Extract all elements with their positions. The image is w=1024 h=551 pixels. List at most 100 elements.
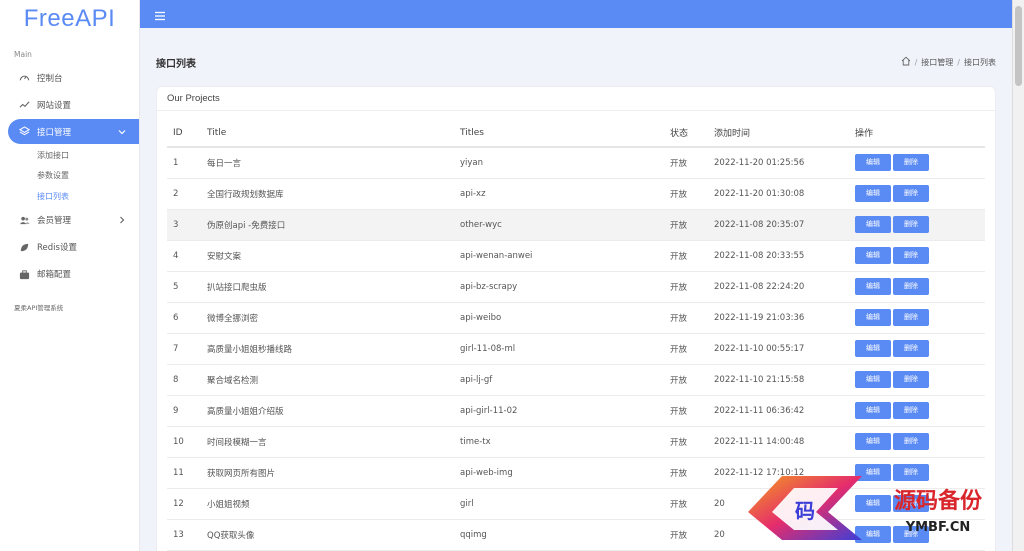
edit-button[interactable]: 编辑 [855,402,891,419]
col-header-time: 添加时间 [714,119,855,148]
chevron-down-icon [117,127,127,137]
delete-button[interactable]: 删除 [893,309,929,326]
cell-id: 8 [167,364,207,396]
cell-status: 开放 [670,364,714,396]
delete-button[interactable]: 删除 [893,402,929,419]
cell-status: 开放 [670,240,714,272]
svg-text:码: 码 [795,499,815,523]
breadcrumb-separator: / [957,57,960,67]
cell-title: 微博全挪浏密 [207,302,460,334]
sidebar-item-api-management[interactable]: 接口管理 [8,119,139,144]
cell-ops: 编辑 删除 [855,426,985,458]
edit-button[interactable]: 编辑 [855,309,891,326]
sidebar-subitem-param-settings[interactable]: 参数设置 [0,166,139,187]
cell-title: 安慰文案 [207,240,460,272]
edit-button[interactable]: 编辑 [855,433,891,450]
page-scrollbar[interactable] [1012,0,1024,551]
sidebar-subitem-add-api[interactable]: 添加接口 [0,145,139,166]
cell-status: 开放 [670,519,714,551]
delete-button[interactable]: 删除 [893,247,929,264]
chevron-right-icon [117,215,127,225]
sidebar-item-label: 会员管理 [37,216,72,226]
cell-ops: 编辑 删除 [855,178,985,210]
cell-id: 12 [167,488,207,520]
cell-status: 开放 [670,302,714,334]
edit-button[interactable]: 编辑 [855,278,891,295]
delete-button[interactable]: 删除 [893,185,929,202]
scrollbar-thumb[interactable] [1015,6,1022,86]
delete-button[interactable]: 删除 [893,278,929,295]
cell-status: 开放 [670,395,714,427]
cell-status: 开放 [670,426,714,458]
delete-button[interactable]: 删除 [893,154,929,172]
edit-button[interactable]: 编辑 [855,154,891,172]
cell-id: 5 [167,271,207,303]
top-navbar [140,0,1012,28]
sidebar-item-mail[interactable]: 邮箱配置 [0,261,139,288]
home-icon[interactable] [901,56,911,68]
cell-id: 2 [167,178,207,210]
cell-ops: 编辑 删除 [855,333,985,365]
breadcrumb: / 接口管理 / 接口列表 [901,56,996,68]
cell-ops: 编辑 删除 [855,302,985,334]
sidebar-item-site-settings[interactable]: 网站设置 [0,91,139,118]
delete-button[interactable]: 删除 [893,371,929,388]
watermark-url: YMBF.CN [905,520,971,535]
dashboard-icon [18,72,30,84]
edit-button[interactable]: 编辑 [855,340,891,357]
cell-id: 7 [167,333,207,365]
cell-titles: other-wyc [460,209,670,241]
edit-button[interactable]: 编辑 [855,185,891,202]
cell-title: 每日一言 [207,147,460,179]
leaf-icon [18,241,30,253]
col-header-status: 状态 [670,119,714,148]
sidebar-item-label: 网站设置 [37,100,72,111]
cell-time: 2022-11-10 00:55:17 [714,333,855,365]
sidebar-item-dashboard[interactable]: 控制台 [0,64,139,91]
cell-titles: api-weibo [460,302,670,334]
trend-line-icon [18,99,30,111]
page-title: 接口列表 [156,59,196,70]
sidebar-item-label: 接口管理 [37,127,72,138]
cell-status: 开放 [670,488,714,520]
cell-titles: time-tx [460,426,670,458]
delete-button[interactable]: 删除 [893,340,929,357]
cell-title: 高质量小姐姐秒播线路 [207,333,460,365]
cell-time: 2022-11-11 14:00:48 [714,426,855,458]
sidebar-item-members[interactable]: 会员管理 [0,207,139,234]
hamburger-menu-icon[interactable] [154,7,168,21]
col-header-id: ID [167,119,207,148]
col-header-ops: 操作 [855,119,985,148]
edit-button[interactable]: 编辑 [855,371,891,388]
cell-time: 2022-11-08 20:35:07 [714,209,855,241]
cell-id: 1 [167,147,207,179]
sidebar-footer: 夏柔API管理系统 [14,303,64,312]
card-title: Our Projects [157,87,995,111]
delete-button[interactable]: 删除 [893,433,929,450]
users-icon [18,214,30,226]
cell-status: 开放 [670,147,714,179]
breadcrumb-item[interactable]: 接口管理 [921,57,953,68]
cell-titles: api-lj-gf [460,364,670,396]
delete-button[interactable]: 删除 [893,216,929,233]
cell-time: 2022-11-20 01:30:08 [714,178,855,210]
sidebar-subitem-api-list[interactable]: 接口列表 [0,186,139,207]
layers-icon [18,126,30,138]
cell-status: 开放 [670,178,714,210]
col-header-titles: Titles [460,119,670,148]
cell-titles: api-web-img [460,457,670,489]
cell-ops: 编辑 删除 [855,240,985,272]
sidebar-item-label: 控制台 [37,73,63,84]
cell-titles: api-bz-scrapy [460,271,670,303]
app-logo[interactable]: FreeAPI [0,0,139,38]
edit-button[interactable]: 编辑 [855,247,891,264]
cell-title: 获取网页所有图片 [207,457,460,489]
cell-id: 3 [167,209,207,241]
cell-id: 9 [167,395,207,427]
cell-time: 2022-11-11 06:36:42 [714,395,855,427]
table-row: 10 时间段模糊一言 time-tx 开放 2022-11-11 14:00:48 编辑删… [167,426,985,458]
edit-button[interactable]: 编辑 [855,216,891,233]
sidebar-item-redis[interactable]: Redis设置 [0,234,139,261]
cell-time: 2022-11-10 21:15:58 [714,364,855,396]
cell-title: 扒站接口爬虫版 [207,271,460,303]
